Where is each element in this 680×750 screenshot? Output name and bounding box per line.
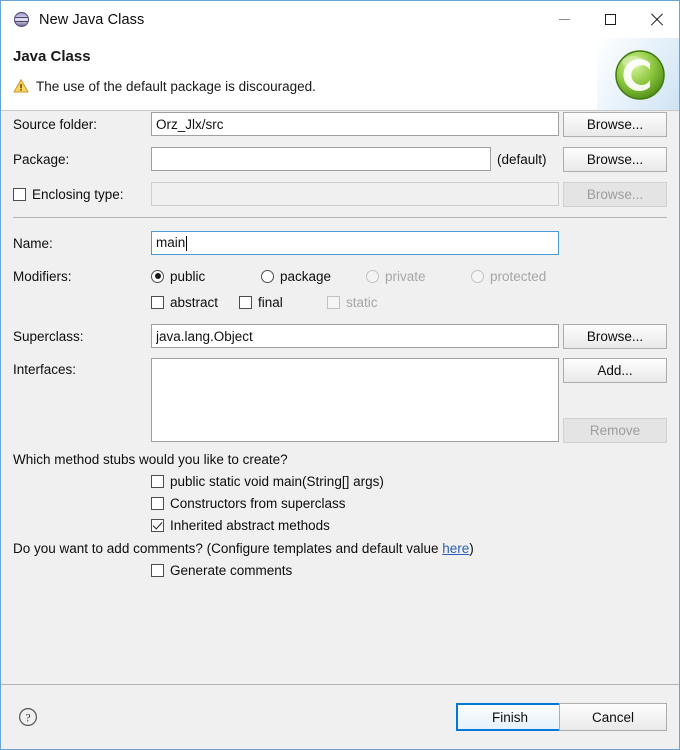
configure-templates-link[interactable]: here xyxy=(442,541,469,556)
source-folder-label: Source folder: xyxy=(13,116,98,132)
dialog-header: Java Class The use of the default packag… xyxy=(1,38,679,111)
enclosing-type-checkbox[interactable] xyxy=(13,187,26,201)
stub-main-method[interactable]: public static void main(String[] args) xyxy=(151,474,667,489)
status-message-text: The use of the default package is discou… xyxy=(36,78,316,94)
close-icon xyxy=(650,13,663,26)
source-folder-row: Source folder: Browse... xyxy=(13,111,667,137)
radio-package-icon xyxy=(261,269,274,283)
stub-constructors[interactable]: Constructors from superclass xyxy=(151,496,667,511)
maximize-button[interactable] xyxy=(587,1,633,38)
checkbox-abstract-label: abstract xyxy=(170,294,219,310)
modifier-checkbox-abstract[interactable]: abstract xyxy=(151,295,239,310)
checkbox-final-label: final xyxy=(258,294,283,310)
interfaces-label: Interfaces: xyxy=(13,362,77,377)
checkbox-abstract-icon xyxy=(151,295,164,309)
new-java-class-dialog: New Java Class Java Class The use of the… xyxy=(0,0,680,750)
radio-public-icon xyxy=(151,269,164,283)
stub-inherited-abstract-label: Inherited abstract methods xyxy=(170,518,330,533)
checkbox-final-icon xyxy=(239,295,252,309)
interfaces-row: Interfaces: Add... Remove xyxy=(13,358,667,444)
comments-question-prefix: Do you want to add comments? (Configure … xyxy=(13,541,443,556)
source-folder-browse-button[interactable]: Browse... xyxy=(563,111,667,137)
status-message: The use of the default package is discou… xyxy=(13,78,316,94)
interfaces-list[interactable] xyxy=(151,358,559,442)
window-controls xyxy=(541,1,679,38)
warning-icon xyxy=(13,78,29,94)
enclosing-type-row: Enclosing type: Browse... xyxy=(13,181,667,207)
radio-protected-icon xyxy=(471,269,484,283)
text-caret xyxy=(186,235,188,251)
modifier-radio-protected[interactable]: protected xyxy=(471,269,546,284)
radio-package-label: package xyxy=(280,268,332,284)
modifiers-flags-row: abstract final static xyxy=(13,291,667,313)
modifier-radio-package[interactable]: package xyxy=(261,269,366,284)
superclass-input[interactable] xyxy=(151,324,559,348)
radio-protected-label: protected xyxy=(490,268,547,284)
package-label: Package: xyxy=(13,151,70,167)
window-title: New Java Class xyxy=(39,11,145,28)
divider-top xyxy=(13,217,667,218)
modifiers-access-group: public package private protected xyxy=(151,265,546,287)
source-folder-input[interactable] xyxy=(151,112,559,136)
java-sphere-icon xyxy=(13,11,30,28)
stub-constructors-label: Constructors from superclass xyxy=(170,496,346,511)
name-label: Name: xyxy=(13,235,53,251)
checkbox-generate-comments-icon xyxy=(151,564,164,577)
superclass-browse-button[interactable]: Browse... xyxy=(563,323,667,349)
name-input-value: main xyxy=(156,235,186,250)
modifiers-row: Modifiers: public package private protec… xyxy=(13,265,667,287)
minimize-icon xyxy=(558,19,570,20)
comments-question-suffix: ) xyxy=(469,541,474,556)
radio-private-icon xyxy=(366,269,379,283)
name-input[interactable]: main xyxy=(151,231,559,255)
superclass-label: Superclass: xyxy=(13,328,84,344)
radio-public-label: public xyxy=(170,268,206,284)
cancel-button[interactable]: Cancel xyxy=(559,703,667,731)
checkbox-static-icon xyxy=(327,295,340,309)
close-button[interactable] xyxy=(633,1,679,38)
package-input[interactable] xyxy=(151,147,491,171)
finish-button[interactable]: Finish xyxy=(456,703,564,731)
comments-question: Do you want to add comments? (Configure … xyxy=(13,541,667,556)
modifiers-flags-group: abstract final static xyxy=(151,291,378,313)
maximize-icon xyxy=(604,14,616,25)
checkbox-constructors-icon xyxy=(151,497,164,510)
checkbox-inherited-abstract-icon xyxy=(151,519,164,532)
help-question-icon[interactable]: ? xyxy=(18,707,38,727)
modifier-radio-private[interactable]: private xyxy=(366,269,471,284)
enclosing-type-label-group: Enclosing type: xyxy=(13,187,151,202)
package-row: Package: (default) Browse... xyxy=(13,146,667,172)
interfaces-add-button[interactable]: Add... xyxy=(563,358,667,383)
radio-private-label: private xyxy=(385,268,426,284)
banner-artwork xyxy=(597,38,679,110)
modifiers-label: Modifiers: xyxy=(13,268,72,284)
svg-text:?: ? xyxy=(25,712,30,724)
superclass-row: Superclass: Browse... xyxy=(13,323,667,349)
minimize-button[interactable] xyxy=(541,1,587,38)
title-bar: New Java Class xyxy=(1,1,679,38)
package-default-label: (default) xyxy=(497,151,547,167)
dialog-footer: ? Finish Cancel xyxy=(1,684,679,749)
modifier-checkbox-final[interactable]: final xyxy=(239,295,327,310)
name-row: Name: main xyxy=(13,230,667,256)
dialog-body: Source folder: Browse... Package: (defau… xyxy=(1,111,679,684)
method-stubs-question: Which method stubs would you like to cre… xyxy=(13,452,288,467)
enclosing-type-input[interactable] xyxy=(151,182,559,206)
generate-comments-label: Generate comments xyxy=(170,563,293,578)
stub-main-method-label: public static void main(String[] args) xyxy=(170,474,384,489)
stub-inherited-abstract[interactable]: Inherited abstract methods xyxy=(151,518,667,533)
interfaces-remove-button[interactable]: Remove xyxy=(563,418,667,443)
enclosing-type-label: Enclosing type: xyxy=(32,186,124,202)
java-class-green-icon xyxy=(615,50,665,100)
checkbox-main-method-icon xyxy=(151,475,164,488)
page-title: Java Class xyxy=(13,48,91,65)
generate-comments-option[interactable]: Generate comments xyxy=(151,563,667,578)
modifier-radio-public[interactable]: public xyxy=(151,269,261,284)
modifier-checkbox-static[interactable]: static xyxy=(327,295,378,310)
package-browse-button[interactable]: Browse... xyxy=(563,146,667,172)
enclosing-type-browse-button[interactable]: Browse... xyxy=(563,181,667,207)
checkbox-static-label: static xyxy=(346,294,378,310)
